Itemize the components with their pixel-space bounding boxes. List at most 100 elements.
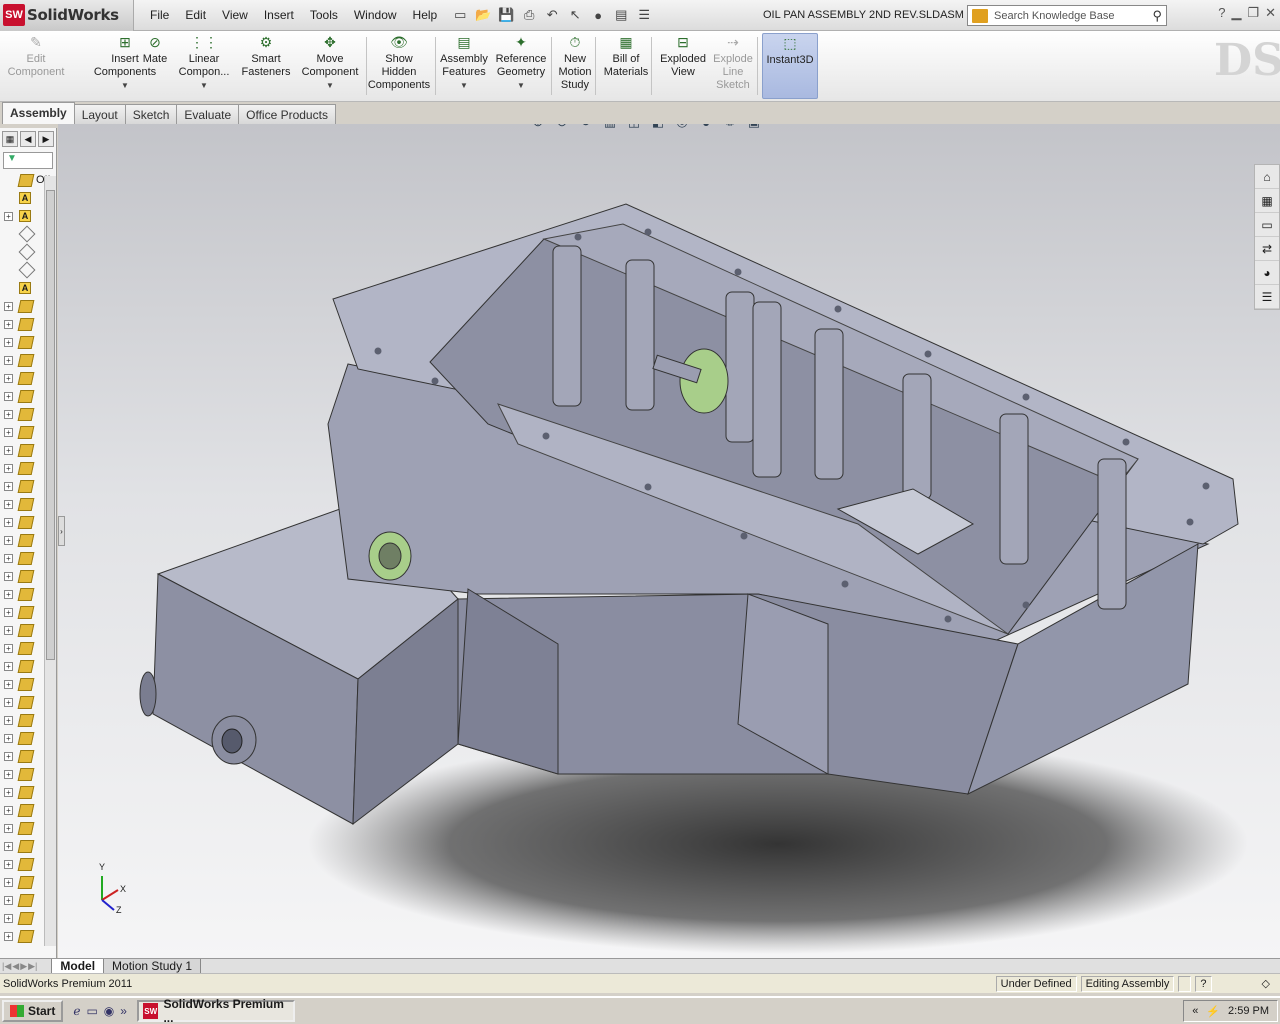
- graphics-area[interactable]: › ⌂ ▦ ▭ ⇄ ◕ ☰ Y X Z: [58, 124, 1280, 958]
- file-properties-icon[interactable]: ▤: [610, 4, 632, 26]
- menu-window[interactable]: Window: [346, 0, 405, 31]
- expand-icon[interactable]: +: [4, 373, 13, 383]
- instant3d-button[interactable]: ⬚ Instant3D: [762, 33, 818, 99]
- print-icon[interactable]: ⎙: [518, 4, 540, 26]
- tab-evaluate[interactable]: Evaluate: [176, 104, 240, 124]
- expand-icon[interactable]: +: [4, 445, 13, 455]
- edit-appearance-icon[interactable]: ◕: [696, 124, 716, 130]
- expand-icon[interactable]: +: [4, 427, 13, 437]
- close-icon[interactable]: ✕: [1265, 5, 1276, 21]
- expand-icon[interactable]: +: [4, 607, 13, 617]
- appearances-icon[interactable]: ◕: [1255, 261, 1279, 285]
- expand-icon[interactable]: +: [4, 211, 13, 221]
- tree-scrollbar-thumb[interactable]: [46, 190, 55, 660]
- tree-scrollbar[interactable]: [44, 176, 56, 946]
- taskbar-solidworks-item[interactable]: SW SolidWorks Premium ...: [136, 997, 295, 1024]
- tray-expand-icon[interactable]: «: [1192, 1005, 1198, 1017]
- dropdown-arrow-icon[interactable]: ▼: [326, 79, 334, 92]
- dropdown-arrow-icon[interactable]: ▼: [200, 79, 208, 92]
- status-tag-icon[interactable]: ◇: [1262, 977, 1270, 990]
- zoom-area-icon[interactable]: ⊙: [552, 124, 572, 130]
- view-orientation-icon[interactable]: ◫: [624, 124, 644, 130]
- assembly-features-button[interactable]: ▤ Assembly Features ▼: [439, 33, 489, 99]
- expand-icon[interactable]: +: [4, 481, 13, 491]
- view-palette-icon[interactable]: ⇄: [1255, 237, 1279, 261]
- restore-icon[interactable]: ❐: [1247, 5, 1259, 21]
- oil-pan-model[interactable]: [58, 124, 1280, 958]
- expand-icon[interactable]: +: [4, 499, 13, 509]
- reference-geometry-button[interactable]: ✦ Reference Geometry ▼: [494, 33, 548, 99]
- mate-button[interactable]: ⊘ Mate: [140, 33, 170, 99]
- tab-sketch[interactable]: Sketch: [124, 104, 178, 124]
- expand-icon[interactable]: +: [4, 319, 13, 329]
- tab-assembly[interactable]: Assembly: [2, 102, 75, 124]
- expand-icon[interactable]: +: [4, 409, 13, 419]
- first-tab-icon[interactable]: |◀: [2, 961, 11, 972]
- expand-icon[interactable]: +: [4, 787, 13, 797]
- expand-icon[interactable]: +: [4, 589, 13, 599]
- expand-icon[interactable]: +: [4, 355, 13, 365]
- smart-fasteners-button[interactable]: ⚙ Smart Fasteners: [240, 33, 292, 99]
- previous-view-icon[interactable]: ↺: [576, 124, 596, 130]
- expand-icon[interactable]: +: [4, 301, 13, 311]
- zoom-to-fit-icon[interactable]: ⊕: [528, 124, 548, 130]
- feature-manager-icon[interactable]: ▦: [2, 131, 18, 147]
- minimize-icon[interactable]: ▁: [1231, 5, 1241, 21]
- expand-icon[interactable]: +: [4, 535, 13, 545]
- hide-show-items-icon[interactable]: ◎: [672, 124, 692, 130]
- expand-icon[interactable]: +: [4, 679, 13, 689]
- edit-component-button[interactable]: ✎ Edit Component: [6, 33, 66, 99]
- move-component-button[interactable]: ✥ Move Component ▼: [302, 33, 359, 99]
- bottom-tab-model[interactable]: Model: [51, 958, 105, 974]
- motion-study-button[interactable]: ⏱ New Motion Study: [557, 33, 593, 99]
- file-explorer-icon[interactable]: ▭: [1255, 213, 1279, 237]
- dropdown-arrow-icon[interactable]: ▼: [517, 79, 525, 92]
- view-settings-icon[interactable]: ▣: [744, 124, 764, 130]
- linear-pattern-button[interactable]: ⋮⋮ Linear Compon... ▼: [178, 33, 230, 99]
- menu-edit[interactable]: Edit: [177, 0, 214, 31]
- menu-tools[interactable]: Tools: [302, 0, 346, 31]
- help-icon[interactable]: ?: [1218, 5, 1225, 21]
- tree-left-arrow-icon[interactable]: ◀: [20, 131, 36, 147]
- undo-icon[interactable]: ↶: [541, 4, 563, 26]
- expand-icon[interactable]: +: [4, 823, 13, 833]
- tab-office-products[interactable]: Office Products: [238, 104, 336, 124]
- custom-properties-icon[interactable]: ☰: [1255, 285, 1279, 309]
- select-arrow-icon[interactable]: ↖: [564, 4, 586, 26]
- expand-icon[interactable]: +: [4, 931, 13, 941]
- tab-scroll-arrows[interactable]: |◀ ◀ ▶ ▶|: [2, 961, 37, 972]
- prev-tab-icon[interactable]: ◀: [12, 961, 19, 972]
- open-folder-icon[interactable]: 📂: [472, 4, 494, 26]
- bottom-tab-motion-study-1[interactable]: Motion Study 1: [103, 958, 202, 974]
- network-icon[interactable]: ⚡: [1206, 1005, 1220, 1018]
- search-input[interactable]: Search Knowledge Base ⚲: [967, 5, 1167, 26]
- menu-file[interactable]: File: [142, 0, 177, 31]
- menu-insert[interactable]: Insert: [256, 0, 302, 31]
- section-view-icon[interactable]: ▥: [600, 124, 620, 130]
- expand-icon[interactable]: +: [4, 895, 13, 905]
- expand-icon[interactable]: +: [4, 715, 13, 725]
- show-hidden-button[interactable]: 👁 Show Hidden Components: [366, 33, 432, 99]
- menu-view[interactable]: View: [214, 0, 256, 31]
- expand-icon[interactable]: +: [4, 625, 13, 635]
- resources-icon[interactable]: ⌂: [1255, 165, 1279, 189]
- dropdown-arrow-icon[interactable]: ▼: [460, 79, 468, 92]
- exploded-view-button[interactable]: ⊟ Exploded View: [657, 33, 709, 99]
- expand-icon[interactable]: +: [4, 769, 13, 779]
- expand-icon[interactable]: +: [4, 571, 13, 581]
- rebuild-icon[interactable]: ●: [587, 4, 609, 26]
- expand-icon[interactable]: +: [4, 661, 13, 671]
- media-player-icon[interactable]: ◉: [104, 1004, 114, 1018]
- options-icon[interactable]: ☰: [633, 4, 655, 26]
- expand-icon[interactable]: +: [4, 643, 13, 653]
- bom-button[interactable]: ▦ Bill of Materials: [601, 33, 651, 99]
- menu-help[interactable]: Help: [405, 0, 446, 31]
- quick-launch-more-icon[interactable]: »: [120, 1004, 127, 1018]
- design-library-icon[interactable]: ▦: [1255, 189, 1279, 213]
- last-tab-icon[interactable]: ▶|: [28, 961, 37, 972]
- expand-icon[interactable]: +: [4, 391, 13, 401]
- expand-icon[interactable]: +: [4, 913, 13, 923]
- expand-icon[interactable]: +: [4, 517, 13, 527]
- expand-icon[interactable]: +: [4, 841, 13, 851]
- solidworks-logo[interactable]: SW SolidWorks: [0, 0, 134, 31]
